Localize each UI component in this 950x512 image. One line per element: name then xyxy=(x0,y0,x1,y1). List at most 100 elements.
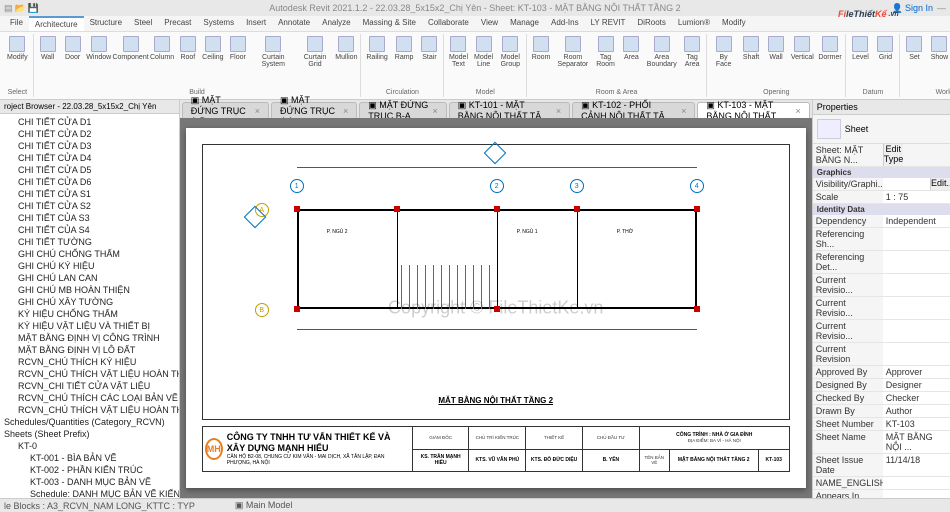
project-browser-item[interactable]: GHI CHÚ KÝ HIỆU xyxy=(2,260,177,272)
save-icon[interactable]: 💾 xyxy=(28,3,39,14)
window-button[interactable]: Window xyxy=(86,34,112,88)
project-browser-item[interactable]: CHI TIẾT CỬA D6 xyxy=(2,176,177,188)
properties-panel[interactable]: Properties Sheet Sheet: MẶT BẰNG N... Ed… xyxy=(812,100,950,498)
curtain-grid-button[interactable]: Curtain Grid xyxy=(297,34,334,88)
open-icon[interactable]: 📂 xyxy=(15,3,26,14)
model-text-button[interactable]: Model Text xyxy=(446,34,470,88)
door-button[interactable]: Door xyxy=(61,34,85,88)
project-browser-item[interactable]: KÝ HIỆU CHỐNG THẤM xyxy=(2,308,177,320)
close-icon[interactable]: × xyxy=(255,106,260,116)
stair-button[interactable]: Stair xyxy=(417,34,441,88)
home-icon[interactable]: ▤ xyxy=(4,3,13,14)
model-group-button[interactable]: Model Group xyxy=(497,34,524,88)
project-browser-item[interactable]: CHI TIẾT CỬA D4 xyxy=(2,152,177,164)
tag-room-button[interactable]: Tag Room xyxy=(593,34,619,88)
ribbon-tab-manage[interactable]: Manage xyxy=(504,16,545,31)
project-browser-item[interactable]: CHI TIẾT CỬA D1 xyxy=(2,116,177,128)
project-browser-item[interactable]: CHI TIẾT CỬA S1 xyxy=(2,188,177,200)
level-button[interactable]: Level xyxy=(848,34,872,88)
project-browser-item[interactable]: GHI CHÚ CHỐNG THẤM xyxy=(2,248,177,260)
property-value[interactable]: 1 : 75 xyxy=(883,191,950,203)
project-browser-item[interactable]: RCVN_CHÚ THÍCH KÝ HIỆU xyxy=(2,356,177,368)
document-tab[interactable]: ▣ MẶT ĐỨNG TRỤC 4-1× xyxy=(271,102,357,118)
property-value[interactable] xyxy=(883,228,950,250)
property-row[interactable]: Sheet NumberKT-103 xyxy=(813,418,950,431)
property-value[interactable] xyxy=(883,297,950,319)
property-row[interactable]: Sheet Issue Date11/14/18 xyxy=(813,454,950,477)
property-row[interactable]: Current Revisio... xyxy=(813,274,950,297)
close-icon[interactable]: × xyxy=(433,106,438,116)
area-boundary-button[interactable]: Area Boundary xyxy=(644,34,679,88)
property-row[interactable]: Approved ByApprover xyxy=(813,366,950,379)
property-value[interactable]: KT-103 xyxy=(883,418,950,430)
document-tab[interactable]: ▣ KT-103 - MẶT BẰNG NỘI THẤT...× xyxy=(697,102,809,118)
project-browser-item[interactable]: GHI CHÚ LAN CAN xyxy=(2,272,177,284)
close-icon[interactable]: × xyxy=(343,106,348,116)
property-value[interactable]: Author xyxy=(883,405,950,417)
property-value[interactable]: Independent xyxy=(883,215,950,227)
project-browser-item[interactable]: Schedule: DANH MỤC BẢN VẼ KIẾN TRÚC xyxy=(2,488,177,498)
property-value[interactable] xyxy=(883,320,950,342)
tag-area-button[interactable]: Tag Area xyxy=(680,34,704,88)
floor-button[interactable]: Floor xyxy=(226,34,250,88)
ribbon-tab-structure[interactable]: Structure xyxy=(84,16,128,31)
area-button[interactable]: Area xyxy=(619,34,643,88)
ribbon-tab-diroots[interactable]: DiRoots xyxy=(631,16,671,31)
project-browser-item[interactable]: RCVN_CHÚ THÍCH VẬT LIỆU HOÀN THIỆN 2 xyxy=(2,404,177,416)
railing-button[interactable]: Railing xyxy=(363,34,390,88)
type-selector[interactable]: Sheet: MẶT BẰNG N... xyxy=(813,144,883,166)
property-row[interactable]: Scale1 : 75 xyxy=(813,191,950,204)
ceiling-button[interactable]: Ceiling xyxy=(201,34,225,88)
property-row[interactable]: NAME_ENGLISH xyxy=(813,477,950,490)
project-browser-item[interactable]: GHI CHÚ XÂY TƯỜNG xyxy=(2,296,177,308)
component-button[interactable]: Component xyxy=(113,34,148,88)
project-browser-item[interactable]: CHI TIẾT CỬA D2 xyxy=(2,128,177,140)
vertical-button[interactable]: Vertical xyxy=(789,34,816,88)
property-row[interactable]: Current Revision xyxy=(813,343,950,366)
document-tab[interactable]: ▣ KT-102 - PHỐI CẢNH NỘI THẤT TÂ...× xyxy=(572,102,695,118)
property-value[interactable] xyxy=(883,490,950,498)
property-row[interactable]: Referencing Det... xyxy=(813,251,950,274)
set-button[interactable]: Set xyxy=(902,34,926,88)
ribbon-tab-addins[interactable]: Add-Ins xyxy=(545,16,585,31)
property-row[interactable]: Checked ByChecker xyxy=(813,392,950,405)
property-value[interactable] xyxy=(883,274,950,296)
show-button[interactable]: Show xyxy=(927,34,950,88)
project-browser-item[interactable]: CHI TIẾT CỦA S3 xyxy=(2,212,177,224)
ribbon-tab-massingsite[interactable]: Massing & Site xyxy=(357,16,422,31)
shaft-button[interactable]: Shaft xyxy=(739,34,763,88)
property-row[interactable]: Current Revisio... xyxy=(813,320,950,343)
property-row[interactable]: Referencing Sh... xyxy=(813,228,950,251)
modify-button[interactable]: Modify xyxy=(4,34,31,88)
property-value[interactable] xyxy=(883,343,950,365)
column-button[interactable]: Column xyxy=(149,34,175,88)
project-browser-item[interactable]: RCVN_CHÚ THÍCH VẬT LIỆU HOÀN THIỆN xyxy=(2,368,177,380)
model-selector[interactable]: ▣ Main Model xyxy=(235,500,293,511)
property-group-header[interactable]: Graphics xyxy=(813,167,950,178)
property-row[interactable]: Current Revisio... xyxy=(813,297,950,320)
project-browser-item[interactable]: MẶT BẰNG ĐỊNH VỊ CÔNG TRÌNH xyxy=(2,332,177,344)
project-browser-item[interactable]: RCVN_CHÚ THÍCH CÁC LOẠI BẢN VẼ xyxy=(2,392,177,404)
edit-button[interactable]: Edit... xyxy=(930,178,950,190)
curtain-system-button[interactable]: Curtain System xyxy=(251,34,296,88)
document-tab[interactable]: ▣ MẶT ĐỨNG TRỤC B-A× xyxy=(359,102,447,118)
property-value[interactable]: Designer xyxy=(883,379,950,391)
ribbon-tab-precast[interactable]: Precast xyxy=(158,16,197,31)
model-line-button[interactable]: Model Line xyxy=(471,34,495,88)
project-browser-item[interactable]: CHI TIẾT CỬA D3 xyxy=(2,140,177,152)
document-tab[interactable]: ▣ KT-101 - MẶT BẰNG NỘI THẤT TÂ...× xyxy=(449,102,570,118)
project-browser-item[interactable]: CHI TIẾT CỬA S2 xyxy=(2,200,177,212)
document-tab[interactable]: ▣ MẶT ĐỨNG TRỤC A-B× xyxy=(182,102,269,118)
close-icon[interactable]: × xyxy=(795,106,800,116)
project-browser-item[interactable]: KT-002 - PHẦN KIẾN TRÚC xyxy=(2,464,177,476)
room-button[interactable]: Room xyxy=(529,34,553,88)
mullion-button[interactable]: Mullion xyxy=(334,34,358,88)
quick-access-toolbar[interactable]: ▤ 📂 💾 xyxy=(4,3,39,14)
ribbon-tab-systems[interactable]: Systems xyxy=(197,16,240,31)
grid-button[interactable]: Grid xyxy=(873,34,897,88)
project-browser-item[interactable]: GHI CHÚ MB HOÀN THIỆN xyxy=(2,284,177,296)
ribbon-tab-steel[interactable]: Steel xyxy=(128,16,158,31)
project-browser-item[interactable]: CHI TIẾT CỦA S4 xyxy=(2,224,177,236)
property-value[interactable] xyxy=(883,251,950,273)
ribbon-tab-annotate[interactable]: Annotate xyxy=(272,16,316,31)
